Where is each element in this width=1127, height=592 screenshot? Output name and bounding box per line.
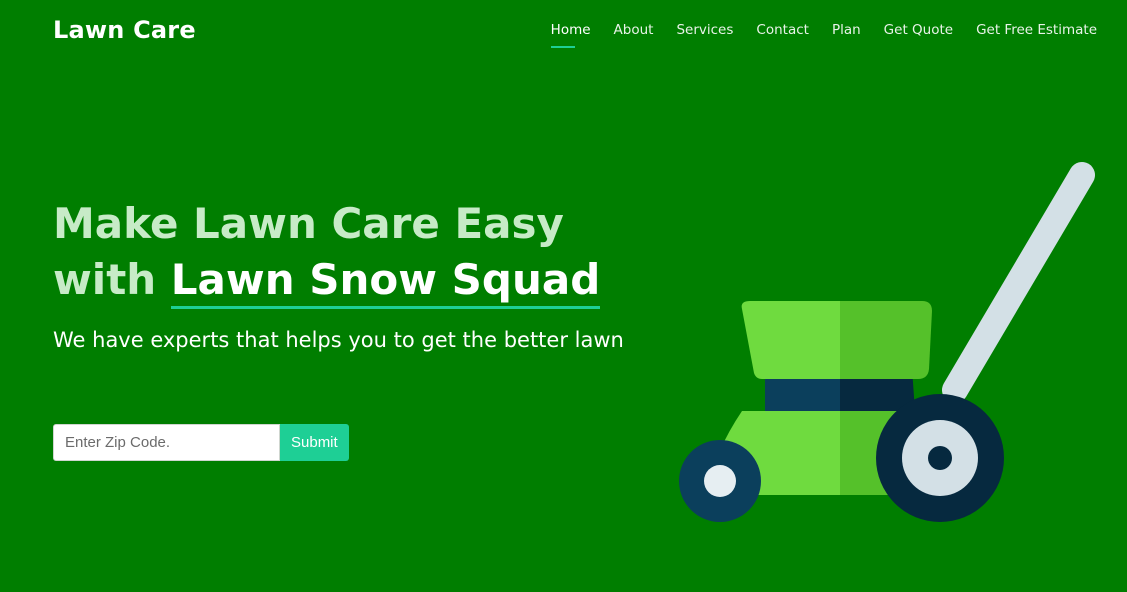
main-nav: Home About Services Contact Plan Get Quo… [550,22,1097,48]
mower-handle [942,162,1095,403]
hero-subtitle: We have experts that helps you to get th… [53,328,624,352]
brand-logo[interactable]: Lawn Care [53,16,196,44]
nav-about[interactable]: About [614,22,654,48]
submit-button[interactable]: Submit [280,424,349,461]
back-wheel-axle [928,446,952,470]
zip-code-input[interactable] [53,424,280,461]
zip-form: Submit [53,424,349,461]
nav-contact[interactable]: Contact [756,22,809,48]
lawn-mower-icon [679,162,1095,522]
nav-plan[interactable]: Plan [832,22,861,48]
front-wheel-hub [704,465,736,497]
hero-headline: Make Lawn Care Easy with Lawn Snow Squad [53,196,653,309]
grass-bag-right [840,301,932,379]
page: Lawn Care Home About Services Contact Pl… [0,0,1127,592]
nav-services[interactable]: Services [676,22,733,48]
nav-home[interactable]: Home [550,22,591,48]
nav-get-quote[interactable]: Get Quote [884,22,953,48]
grass-bag-left [741,301,840,379]
nav-get-free-estimate[interactable]: Get Free Estimate [976,22,1097,48]
headline-highlight: Lawn Snow Squad [170,255,601,309]
